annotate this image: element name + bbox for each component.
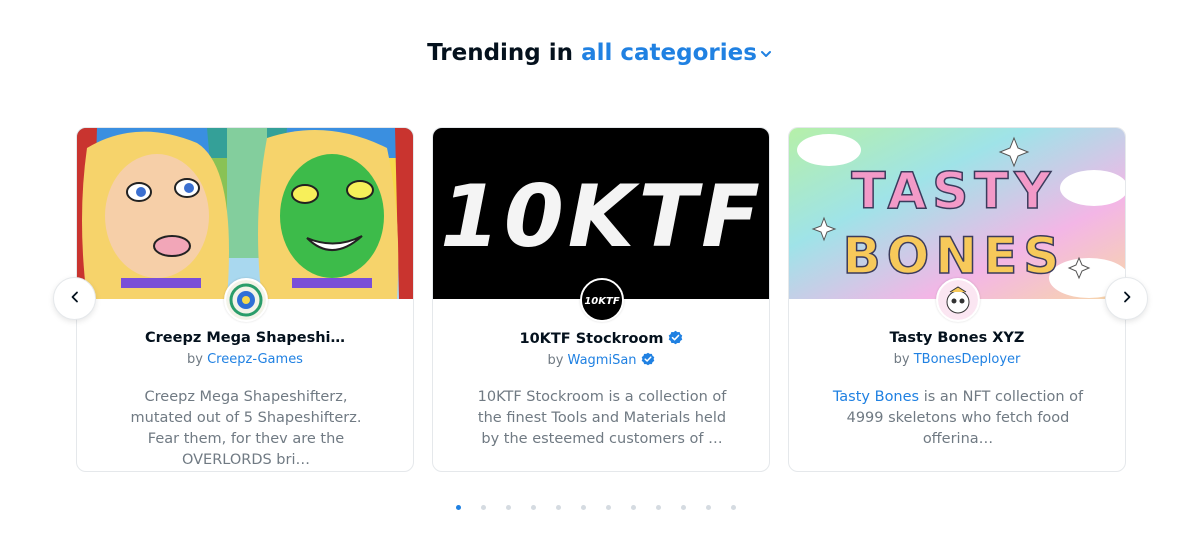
by-prefix: by xyxy=(187,352,203,367)
carousel-dot[interactable] xyxy=(481,505,486,510)
collection-logo: 10KTF xyxy=(580,278,624,322)
collection-logo xyxy=(936,278,980,322)
banner-brush-text: 10KTF xyxy=(440,167,764,267)
carousel-pagination xyxy=(456,505,736,510)
heading-prefix: Trending in xyxy=(427,40,574,66)
carousel-dot[interactable] xyxy=(631,505,636,510)
creator-link[interactable]: TBonesDeployer xyxy=(914,352,1021,367)
collection-name[interactable]: Tasty Bones XYZ xyxy=(789,330,1125,346)
description-link[interactable]: Tasty Bones xyxy=(833,389,919,405)
verified-badge-icon xyxy=(641,352,655,370)
by-prefix: by xyxy=(547,353,564,368)
carousel-next-button[interactable] xyxy=(1105,277,1148,320)
carousel-dot[interactable] xyxy=(506,505,511,510)
collection-description: Creepz Mega Shapeshifterz, mutated out o… xyxy=(130,389,362,468)
category-label: all categories xyxy=(581,40,757,66)
carousel-dot[interactable] xyxy=(731,505,736,510)
collection-card-creepz[interactable]: Creepz Mega Shapeshi… by Creepz-Games Cr… xyxy=(76,127,414,472)
collection-logo xyxy=(224,278,268,322)
creator-link[interactable]: Creepz-Games xyxy=(207,352,303,367)
collection-name-text: 10KTF Stockroom xyxy=(519,331,664,347)
creator-link[interactable]: WagmiSan xyxy=(568,353,637,368)
collection-banner-image xyxy=(77,128,413,299)
collection-description: Tasty Bones is an NFT collection of 4999… xyxy=(825,387,1091,450)
carousel-dot[interactable] xyxy=(706,505,711,510)
banner-title-line1: TASTY xyxy=(851,162,1056,220)
carousel-dot[interactable] xyxy=(656,505,661,510)
chevron-left-icon xyxy=(68,289,82,308)
logo-text: 10KTF xyxy=(584,296,619,307)
by-prefix: by xyxy=(893,352,910,367)
banner-title-line2: BONES xyxy=(843,227,1066,285)
carousel-dot[interactable] xyxy=(606,505,611,510)
collection-name[interactable]: Creepz Mega Shapeshi… xyxy=(77,330,413,346)
collection-card-tasty-bones[interactable]: TASTY BONES Tasty Bones XYZ by TBonesDep… xyxy=(788,127,1126,472)
collection-creator-line: by Creepz-Games xyxy=(77,352,413,367)
collection-name[interactable]: 10KTF Stockroom xyxy=(433,330,769,349)
carousel-dot[interactable] xyxy=(556,505,561,510)
carousel-dot[interactable] xyxy=(681,505,686,510)
carousel-prev-button[interactable] xyxy=(53,277,96,320)
category-dropdown[interactable]: all categories xyxy=(581,40,773,66)
verified-badge-icon xyxy=(668,330,683,349)
collection-creator-line: by TBonesDeployer xyxy=(789,352,1125,367)
chevron-right-icon xyxy=(1120,289,1134,308)
collection-card-10ktf[interactable]: 10KTF 10KTF 10KTF Stockroom by WagmiSan … xyxy=(432,127,770,472)
chevron-down-icon xyxy=(759,41,773,67)
collection-description: 10KTF Stockroom is a collection of the f… xyxy=(477,389,727,447)
carousel-dot[interactable] xyxy=(456,505,461,510)
collection-banner-image: 10KTF xyxy=(433,128,769,299)
section-heading: Trending in all categories xyxy=(0,40,1200,67)
carousel-dot[interactable] xyxy=(581,505,586,510)
carousel-dot[interactable] xyxy=(531,505,536,510)
collection-banner-image: TASTY BONES xyxy=(789,128,1125,299)
collection-creator-line: by WagmiSan xyxy=(433,352,769,370)
